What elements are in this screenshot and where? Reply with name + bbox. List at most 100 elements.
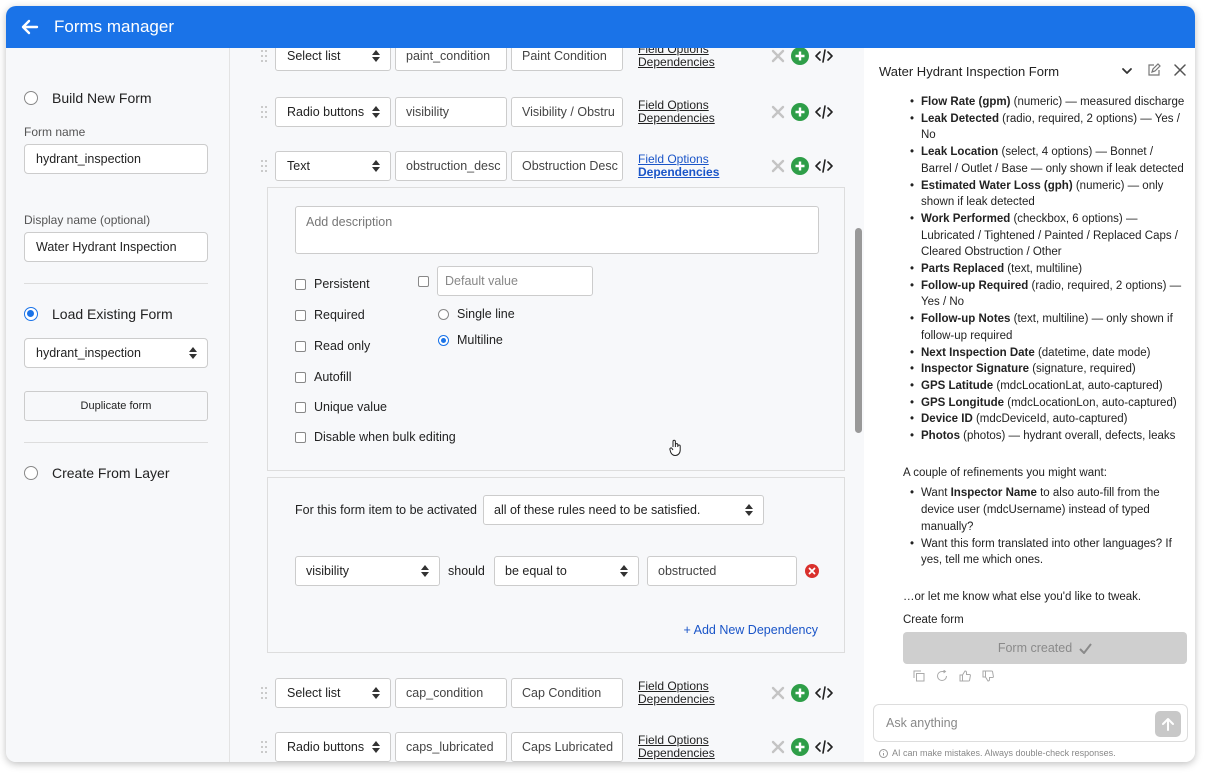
form-created-label: Form created (997, 641, 1073, 655)
field-type-select[interactable]: Text (275, 151, 391, 181)
checkbox[interactable] (295, 401, 306, 413)
field-name-input[interactable]: cap_condition (395, 678, 507, 708)
delete-icon[interactable] (771, 740, 785, 754)
copy-icon[interactable] (913, 670, 925, 682)
form-name-input[interactable]: hydrant_inspection (24, 144, 208, 174)
field-type-select[interactable]: Select list (275, 48, 391, 71)
add-circle-icon[interactable] (791, 103, 809, 121)
single-line-radio[interactable]: Single line (438, 307, 515, 321)
add-dependency-link[interactable]: + Add New Dependency (684, 623, 818, 637)
code-icon[interactable] (815, 686, 833, 700)
dependencies-link[interactable]: Dependencies (638, 112, 715, 125)
code-icon[interactable] (815, 49, 833, 63)
description-textarea[interactable]: Add description (295, 206, 819, 254)
app-window: Forms manager Build New Form Form name h… (6, 6, 1195, 762)
create-form-label: Create form (903, 613, 964, 626)
dependencies-link[interactable]: Dependencies (638, 747, 715, 760)
duplicate-form-button[interactable]: Duplicate form (24, 391, 208, 421)
middle-scrollbar[interactable] (853, 48, 863, 762)
drag-handle-icon[interactable] (261, 49, 267, 63)
drag-handle-icon[interactable] (261, 740, 267, 754)
add-circle-icon[interactable] (791, 157, 809, 175)
operator-select[interactable]: be equal to (494, 556, 639, 586)
drag-handle-icon[interactable] (261, 686, 267, 700)
field-label-input[interactable]: Obstruction Desc (511, 151, 623, 181)
field-links: Field Options Dependencies (638, 99, 715, 125)
radio-off[interactable] (24, 91, 38, 105)
disclaimer-text: AI can make mistakes. Always double-chec… (892, 748, 1116, 758)
required-checkbox[interactable]: Required (295, 308, 365, 322)
multiline-radio[interactable]: Multiline (438, 333, 503, 347)
code-icon[interactable] (815, 740, 833, 754)
disable-bulk-checkbox[interactable]: Disable when bulk editing (295, 430, 456, 444)
persistent-checkbox[interactable]: Persistent (295, 277, 370, 291)
read-only-checkbox[interactable]: Read only (295, 339, 370, 353)
field-type-select[interactable]: Select list (275, 678, 391, 708)
existing-form-select[interactable]: hydrant_inspection (24, 338, 208, 368)
checkbox[interactable] (418, 276, 429, 287)
load-existing-label: Load Existing Form (52, 306, 173, 322)
dependency-value-input[interactable]: obstructed (647, 556, 797, 586)
remove-rule-icon[interactable] (805, 564, 819, 578)
field-label-input[interactable]: Paint Condition (511, 48, 623, 71)
radio-off[interactable] (24, 466, 38, 480)
field-label-input[interactable]: Caps Lubricated (511, 732, 623, 762)
field-type-select[interactable]: Radio buttons (275, 97, 391, 127)
select-arrows-icon (372, 687, 380, 699)
field-name-input[interactable]: paint_condition (395, 48, 507, 71)
field-label-input[interactable]: Visibility / Obstru (511, 97, 623, 127)
back-arrow-icon[interactable] (20, 17, 40, 37)
delete-icon[interactable] (771, 105, 785, 119)
field-name-input[interactable]: obstruction_desc (395, 151, 507, 181)
dependency-field-select[interactable]: visibility (295, 556, 440, 586)
delete-icon[interactable] (771, 686, 785, 700)
add-circle-icon[interactable] (791, 48, 809, 65)
checkbox[interactable] (295, 278, 306, 290)
thumbs-down-icon[interactable] (982, 670, 994, 682)
delete-icon[interactable] (771, 49, 785, 63)
form-fields-panel: Select list paint_condition Paint Condit… (231, 48, 851, 762)
rule-mode-select[interactable]: all of these rules need to be satisfied. (483, 495, 764, 525)
unique-value-checkbox[interactable]: Unique value (295, 400, 387, 414)
delete-icon[interactable] (771, 159, 785, 173)
list-item: Follow-up Required (radio, required, 2 o… (910, 278, 1185, 311)
form-created-button[interactable]: Form created (903, 632, 1187, 664)
load-existing-form-radio[interactable]: Load Existing Form (24, 306, 173, 322)
field-label-input[interactable]: Cap Condition (511, 678, 623, 708)
scrollbar-thumb[interactable] (855, 228, 862, 433)
close-icon[interactable] (1174, 64, 1186, 76)
code-icon[interactable] (815, 159, 833, 173)
radio-on[interactable] (24, 307, 38, 321)
display-name-input[interactable]: Water Hydrant Inspection (24, 232, 208, 262)
checkbox[interactable] (295, 309, 306, 321)
radio-on[interactable] (438, 334, 449, 346)
add-circle-icon[interactable] (791, 738, 809, 756)
field-type-select[interactable]: Radio buttons (275, 732, 391, 762)
create-from-layer-radio[interactable]: Create From Layer (24, 465, 169, 481)
dependencies-link[interactable]: Dependencies (638, 56, 715, 69)
regenerate-icon[interactable] (936, 670, 948, 682)
thumbs-up-icon[interactable] (959, 670, 971, 682)
field-name-input[interactable]: caps_lubricated (395, 732, 507, 762)
dependencies-link[interactable]: Dependencies (638, 693, 715, 706)
chevron-down-icon[interactable] (1121, 65, 1133, 77)
dependencies-link[interactable]: Dependencies (638, 166, 719, 179)
checkbox[interactable] (295, 431, 306, 443)
code-icon[interactable] (815, 105, 833, 119)
drag-handle-icon[interactable] (261, 105, 267, 119)
build-new-form-radio[interactable]: Build New Form (24, 90, 152, 106)
ask-anything-input[interactable]: Ask anything (873, 704, 1188, 742)
radio-off[interactable] (438, 308, 449, 320)
add-circle-icon[interactable] (791, 684, 809, 702)
drag-handle-icon[interactable] (261, 159, 267, 173)
new-chat-icon[interactable] (1147, 63, 1161, 77)
divider (24, 283, 208, 284)
checkbox[interactable] (295, 340, 306, 352)
autofill-checkbox[interactable]: Autofill (295, 370, 352, 384)
field-name-input[interactable]: visibility (395, 97, 507, 127)
checkbox[interactable] (295, 371, 306, 383)
send-button[interactable] (1155, 711, 1181, 737)
default-value-checkbox[interactable] (418, 276, 437, 287)
checkbox-label: Unique value (314, 400, 387, 414)
default-value-input[interactable]: Default value (437, 266, 593, 296)
